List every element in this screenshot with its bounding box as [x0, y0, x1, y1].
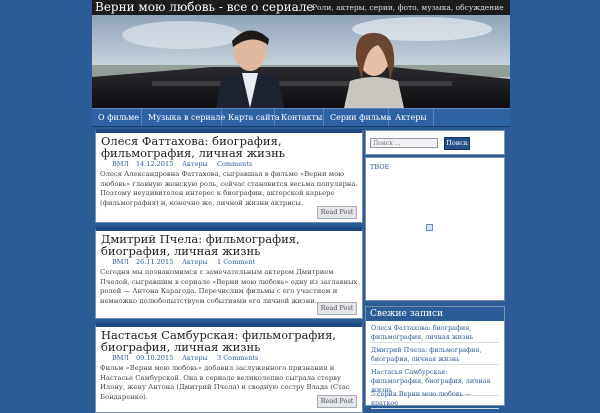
search-button[interactable]: Поиск: [444, 137, 470, 150]
nav-item-music[interactable]: Музыка в сериале: [142, 109, 225, 126]
post-author[interactable]: ВМЛ: [112, 160, 129, 168]
posts-column: Олеся Фаттахова: биография, фильмография…: [95, 126, 363, 413]
post-category[interactable]: Актеры: [182, 160, 208, 168]
header-photo: [92, 15, 510, 108]
search-widget: Поиск: [365, 130, 505, 155]
nav-item-contacts[interactable]: Контакты: [275, 109, 324, 126]
widget-label: TBOE: [370, 163, 390, 171]
site-title[interactable]: Верни мою любовь - все о сериале: [95, 0, 314, 15]
post-category[interactable]: Актеры: [182, 354, 208, 362]
post-title[interactable]: Дмитрий Пчела: фильмография, биография, …: [101, 233, 356, 257]
post-comments[interactable]: Comments: [217, 160, 252, 168]
nav-item-episodes[interactable]: Серии фильма: [324, 109, 391, 126]
post-title[interactable]: Олеся Фаттахова: биография, фильмография…: [101, 135, 356, 159]
nav-item-about[interactable]: О фильме: [92, 109, 142, 126]
post-card: Олеся Фаттахова: биография, фильмография…: [95, 129, 363, 223]
search-input[interactable]: [370, 138, 438, 148]
header-image: [92, 15, 510, 108]
read-post-button[interactable]: Read Post: [317, 206, 357, 219]
ad-widget: TBOE: [365, 157, 505, 301]
top-bar: Верни мою любовь - все о сериале Роли, а…: [92, 0, 510, 15]
post-title[interactable]: Настасья Самбурская: фильмография, биогр…: [101, 329, 356, 353]
post-date: 14.12.2015: [136, 160, 174, 168]
post-comments[interactable]: 3 Comments: [217, 354, 258, 362]
post-author[interactable]: ВМЛ: [112, 354, 129, 362]
post-date: 09.10.2015: [136, 354, 174, 362]
recent-post-link[interactable]: Дмитрий Пчела: фильмография, биография, …: [371, 346, 499, 365]
read-post-button[interactable]: Read Post: [317, 302, 357, 315]
main-nav: О фильме Музыка в сериале Карта сайта Ко…: [92, 108, 510, 127]
sidebar: Поиск TBOE Свежие записи Олеся Фаттахова…: [365, 126, 508, 409]
post-date: 26.11.2015: [136, 258, 174, 266]
site-description: Роли, актеры, серии, фото, музыка, обсуж…: [312, 3, 504, 12]
post-excerpt: Олеся Александровна Фаттахова, сыгравшая…: [100, 170, 358, 207]
nav-item-sitemap[interactable]: Карта сайта: [222, 109, 280, 126]
recent-posts-widget: Свежие записи Олеся Фаттахова: биография…: [365, 306, 505, 409]
post-author[interactable]: ВМЛ: [112, 258, 129, 266]
broken-image-icon: [426, 224, 433, 231]
site-wrapper: Верни мою любовь - все о сериале Роли, а…: [92, 0, 510, 413]
post-excerpt: Сегодня мы познакомимся с замечательным …: [100, 268, 358, 305]
read-post-button[interactable]: Read Post: [317, 395, 357, 408]
recent-post-link[interactable]: Олеся Фаттахова: биография, фильмография…: [371, 324, 499, 343]
post-category[interactable]: Актеры: [182, 258, 208, 266]
nav-item-actors[interactable]: Актеры: [389, 109, 434, 126]
post-comments[interactable]: 1 Comment: [217, 258, 255, 266]
recent-posts-heading: Свежие записи: [366, 307, 504, 321]
post-card: Дмитрий Пчела: фильмография, биография, …: [95, 227, 363, 319]
